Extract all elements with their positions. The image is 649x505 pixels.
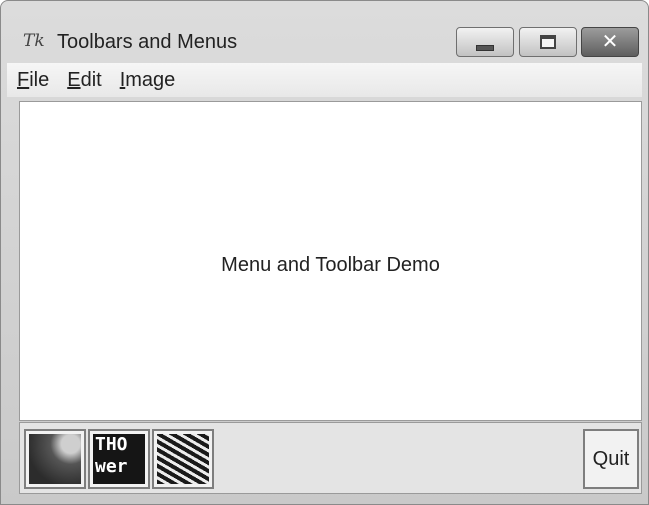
toolbar-image-button-2[interactable]: THO wer: [88, 429, 150, 489]
pattern-image-thumbnail-icon: [157, 434, 209, 484]
quit-button[interactable]: Quit: [583, 429, 639, 489]
toolbar: THO wer Quit: [19, 422, 642, 494]
menu-edit[interactable]: Edit: [67, 69, 101, 92]
close-button[interactable]: ✕: [581, 27, 639, 57]
title-bar[interactable]: Tk Toolbars and Menus ✕: [1, 1, 648, 57]
toolbar-image-button-1[interactable]: [24, 429, 86, 489]
minimize-button[interactable]: [456, 27, 514, 57]
window-title: Toolbars and Menus: [57, 31, 238, 53]
image-thumbnail-icon: [29, 434, 81, 484]
main-canvas: Menu and Toolbar Demo: [19, 101, 642, 421]
tk-feather-icon: Tk: [23, 31, 45, 51]
text-image-thumbnail-icon: THO wer: [93, 434, 145, 484]
app-window: Tk Toolbars and Menus ✕ File Edit Image …: [0, 0, 649, 505]
menu-image[interactable]: Image: [120, 69, 176, 92]
close-icon: ✕: [601, 31, 619, 53]
toolbar-image-button-3[interactable]: [152, 429, 214, 489]
maximize-button[interactable]: [519, 27, 577, 57]
minimize-icon: [476, 45, 494, 51]
menu-file-mnemonic: F: [17, 68, 30, 91]
maximize-icon: [540, 35, 556, 49]
menu-image-rest: mage: [125, 68, 176, 91]
menu-file-rest: ile: [29, 68, 50, 91]
menu-edit-mnemonic: E: [67, 68, 81, 91]
demo-label: Menu and Toolbar Demo: [221, 254, 440, 276]
menu-file[interactable]: File: [17, 69, 49, 92]
menu-edit-rest: dit: [80, 68, 102, 91]
menu-bar: File Edit Image: [7, 63, 642, 97]
